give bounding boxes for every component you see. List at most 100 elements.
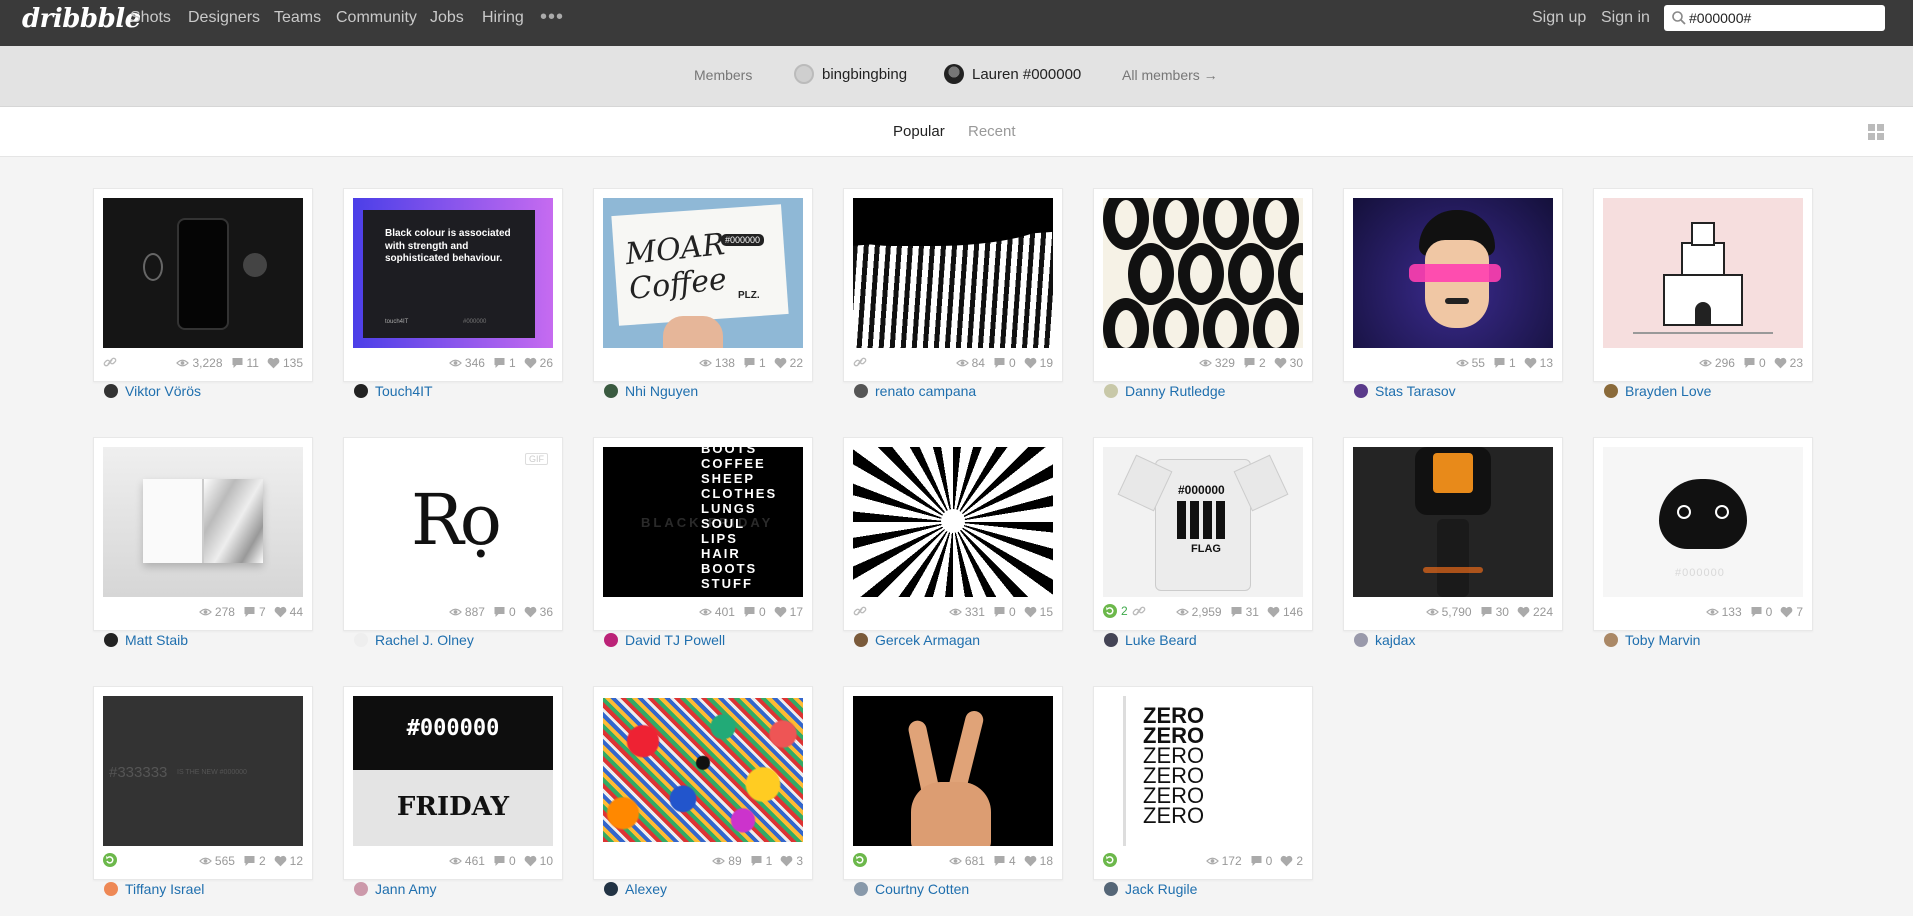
author-name[interactable]: Touch4IT — [375, 383, 433, 399]
member-bingbingbing[interactable]: bingbingbing — [822, 66, 907, 83]
attachment-icon[interactable] — [103, 355, 117, 369]
comments-stat[interactable]: 1 — [743, 356, 766, 370]
shot-card[interactable]: 329 2 30 — [1093, 188, 1313, 382]
likes-stat[interactable]: 23 — [1774, 356, 1803, 370]
author-name[interactable]: Nhi Nguyen — [625, 383, 698, 399]
avatar[interactable] — [604, 882, 618, 896]
shot-thumbnail[interactable]: #333333 IS THE NEW #000000 — [103, 696, 303, 846]
likes-stat[interactable]: 7 — [1780, 605, 1803, 619]
shot-thumbnail[interactable]: ZERO ZERO ZERO ZERO ZERO ZERO — [1103, 696, 1303, 846]
shot-card[interactable]: 5,790 30 224 — [1343, 437, 1563, 631]
author-name[interactable]: Danny Rutledge — [1125, 383, 1225, 399]
comments-stat[interactable]: 31 — [1230, 605, 1259, 619]
avatar[interactable] — [604, 633, 618, 647]
comments-stat[interactable]: 0 — [493, 854, 516, 868]
avatar[interactable] — [354, 384, 368, 398]
likes-stat[interactable]: 17 — [774, 605, 803, 619]
shot-author[interactable]: Toby Marvin — [1604, 632, 1700, 648]
more-menu-icon[interactable]: ••• — [540, 6, 564, 29]
likes-stat[interactable]: 135 — [267, 356, 303, 370]
shot-author[interactable]: Alexey — [604, 881, 667, 897]
shot-card[interactable]: 3,228 11 135 — [93, 188, 313, 382]
avatar[interactable] — [1354, 384, 1368, 398]
shot-card[interactable]: 296 0 23 — [1593, 188, 1813, 382]
shot-thumbnail[interactable] — [1353, 447, 1553, 597]
shot-card[interactable]: #000000 133 0 7 — [1593, 437, 1813, 631]
shot-card[interactable]: 89 1 3 — [593, 686, 813, 880]
likes-stat[interactable]: 22 — [774, 356, 803, 370]
shot-card[interactable]: BLACK FRIDAY BOOTS COFFEE SHEEP CLOTHES LUNG… — [593, 437, 813, 631]
attachment-icon[interactable] — [853, 355, 867, 369]
likes-stat[interactable]: 26 — [524, 356, 553, 370]
rebound-icon[interactable] — [1103, 604, 1117, 618]
shot-author[interactable]: Nhi Nguyen — [604, 383, 698, 399]
comments-stat[interactable]: 0 — [993, 356, 1016, 370]
likes-stat[interactable]: 15 — [1024, 605, 1053, 619]
author-name[interactable]: Jann Amy — [375, 881, 436, 897]
likes-stat[interactable]: 146 — [1267, 605, 1303, 619]
author-name[interactable]: Jack Rugile — [1125, 881, 1197, 897]
shot-thumbnail[interactable] — [1603, 198, 1803, 348]
shot-author[interactable]: Brayden Love — [1604, 383, 1711, 399]
shot-thumbnail[interactable] — [1103, 198, 1303, 348]
comments-stat[interactable]: 11 — [231, 356, 259, 370]
comments-stat[interactable]: 1 — [750, 854, 772, 868]
comments-stat[interactable]: 0 — [493, 605, 516, 619]
comments-stat[interactable]: 30 — [1480, 605, 1509, 619]
signup-link[interactable]: Sign up — [1532, 9, 1586, 27]
comments-stat[interactable]: 1 — [493, 356, 516, 370]
likes-stat[interactable]: 2 — [1280, 854, 1303, 868]
likes-stat[interactable]: 224 — [1517, 605, 1553, 619]
comments-stat[interactable]: 2 — [1243, 356, 1266, 370]
author-name[interactable]: renato campana — [875, 383, 976, 399]
shot-thumbnail[interactable] — [853, 696, 1053, 846]
shot-card[interactable]: #000000 FRIDAY 461 0 10 — [343, 686, 563, 880]
author-name[interactable]: Rachel J. Olney — [375, 632, 474, 648]
shot-thumbnail[interactable] — [103, 447, 303, 597]
avatar[interactable] — [104, 384, 118, 398]
tab-recent[interactable]: Recent — [968, 123, 1016, 140]
comments-stat[interactable]: 7 — [243, 605, 266, 619]
avatar[interactable] — [1104, 633, 1118, 647]
comments-stat[interactable]: 0 — [1743, 356, 1766, 370]
comments-stat[interactable]: 0 — [1250, 854, 1272, 868]
shot-thumbnail[interactable]: MOAR Coffee #000000 PLZ. — [603, 198, 803, 348]
shot-thumbnail[interactable] — [603, 696, 803, 846]
author-name[interactable]: Stas Tarasov — [1375, 383, 1456, 399]
attachment-icon[interactable] — [1132, 604, 1146, 618]
likes-stat[interactable]: 19 — [1024, 356, 1053, 370]
likes-stat[interactable]: 13 — [1524, 356, 1553, 370]
nav-jobs[interactable]: Jobs — [430, 9, 464, 27]
avatar[interactable] — [1354, 633, 1368, 647]
author-name[interactable]: Toby Marvin — [1625, 632, 1700, 648]
shot-card[interactable]: 331 0 15 — [843, 437, 1063, 631]
nav-shots[interactable]: Shots — [130, 9, 171, 27]
member-lauren[interactable]: Lauren #000000 — [972, 66, 1081, 83]
avatar[interactable] — [854, 882, 868, 896]
tab-popular[interactable]: Popular — [893, 123, 945, 140]
all-members-link[interactable]: All members → — [1122, 67, 1218, 83]
shot-thumbnail[interactable]: #000000 FLAG — [1103, 447, 1303, 597]
avatar[interactable] — [1104, 882, 1118, 896]
likes-stat[interactable]: 30 — [1274, 356, 1303, 370]
likes-stat[interactable]: 3 — [780, 854, 803, 868]
shot-card[interactable]: 681 4 18 — [843, 686, 1063, 880]
shot-author[interactable]: renato campana — [854, 383, 976, 399]
shot-author[interactable]: Viktor Vörös — [104, 383, 201, 399]
rebound-icon[interactable] — [1103, 853, 1117, 867]
shot-author[interactable]: Luke Beard — [1104, 632, 1197, 648]
comments-stat[interactable]: 0 — [743, 605, 766, 619]
author-name[interactable]: Tiffany Israel — [125, 881, 204, 897]
likes-stat[interactable]: 36 — [524, 605, 553, 619]
shot-author[interactable]: Stas Tarasov — [1354, 383, 1456, 399]
likes-stat[interactable]: 12 — [274, 854, 303, 868]
avatar[interactable] — [104, 633, 118, 647]
avatar[interactable] — [1104, 384, 1118, 398]
shot-author[interactable]: kajdax — [1354, 632, 1415, 648]
shot-thumbnail[interactable]: #000000 FRIDAY — [353, 696, 553, 846]
shot-card[interactable]: #333333 IS THE NEW #000000 565 2 12 — [93, 686, 313, 880]
signin-link[interactable]: Sign in — [1601, 9, 1650, 27]
avatar[interactable] — [1604, 633, 1618, 647]
shot-card[interactable]: #000000 FLAG 2 2,959 31 146 — [1093, 437, 1313, 631]
shot-card[interactable]: Black colour is associated with strength… — [343, 188, 563, 382]
